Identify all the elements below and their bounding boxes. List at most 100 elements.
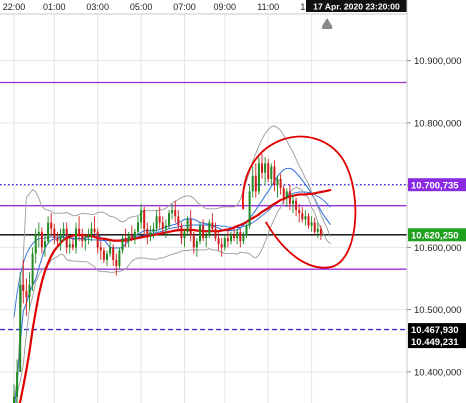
candle-body-85	[276, 178, 279, 186]
candle-body-8	[37, 231, 40, 235]
candle-body-82	[267, 163, 270, 179]
candle-body-37	[127, 234, 130, 242]
candle-body-84	[273, 166, 276, 186]
candle-body-65	[214, 228, 217, 239]
candle-body-36	[124, 238, 127, 242]
candle-body-81	[264, 163, 267, 173]
candle-body-51	[171, 210, 174, 214]
candle-body-52	[174, 210, 177, 217]
candle-body-56	[186, 219, 189, 232]
candle-body-12	[50, 222, 53, 229]
candle-body-22	[81, 234, 84, 242]
candle-body-89	[288, 191, 291, 204]
candle-body-43	[146, 228, 149, 235]
candle-body-70	[230, 234, 232, 242]
x-tick-label-3: 05:00	[130, 2, 153, 12]
candle-body-33	[115, 259, 118, 267]
candle-body-74	[242, 234, 245, 242]
candle-body-63	[208, 222, 211, 235]
y-tick-label-2: 10.600,000	[414, 243, 462, 254]
candle-body-15	[59, 234, 62, 242]
candle-body-97	[313, 222, 316, 232]
candle-body-19	[71, 244, 74, 248]
candle-body-98	[316, 228, 319, 232]
candle-body-55	[183, 231, 186, 239]
candle-body-53	[177, 216, 180, 226]
candle-body-28	[99, 247, 102, 251]
candle-body-54	[180, 225, 183, 239]
price-chart: 22:0001:0003:0005:0007:0009:0011:0013:00…	[0, 0, 466, 403]
candle-body-90	[292, 200, 294, 204]
x-tick-label-1: 01:00	[43, 2, 66, 12]
candle-body-25	[90, 228, 93, 235]
candle-body-92	[298, 210, 301, 214]
candle-body-0	[13, 396, 15, 403]
candle-body-7	[34, 234, 37, 254]
candle-body-26	[93, 228, 96, 232]
candle-body-61	[202, 225, 205, 239]
candle-body-67	[220, 244, 223, 248]
candle-body-11	[47, 222, 50, 242]
candle-body-14	[56, 238, 59, 242]
candle-body-88	[285, 191, 288, 198]
x-tick-label-4: 07:00	[173, 2, 196, 12]
y-tick-label-1: 10.500,000	[414, 305, 462, 316]
candle-body-31	[109, 247, 112, 254]
candle-body-57	[189, 219, 192, 235]
candle-body-96	[310, 222, 313, 226]
candle-body-86	[279, 178, 282, 189]
candle-body-21	[78, 228, 81, 235]
candle-body-91	[295, 200, 298, 211]
candle-body-66	[217, 238, 220, 245]
candle-body-95	[307, 216, 310, 226]
candle-body-1	[16, 371, 19, 397]
candle-body-38	[130, 234, 133, 239]
candle-body-20	[75, 228, 77, 248]
candle-body-94	[304, 216, 307, 220]
candle-body-73	[239, 231, 242, 242]
x-tick-label-2: 03:00	[86, 2, 109, 12]
candle-body-42	[143, 210, 146, 229]
candle-body-64	[211, 222, 214, 229]
candle-body-79	[257, 163, 260, 192]
candle-body-60	[199, 225, 201, 242]
candle-body-59	[195, 241, 198, 248]
y-tick-label-4: 10.800,000	[414, 118, 462, 129]
candle-body-75	[245, 225, 248, 235]
candle-body-76	[248, 191, 251, 226]
candle-body-83	[270, 166, 273, 179]
price-label-3: 10.620,250	[411, 230, 459, 241]
candle-body-40	[137, 222, 139, 232]
candle-body-48	[161, 222, 164, 229]
candle-body-68	[223, 238, 226, 248]
candle-body-16	[62, 228, 65, 235]
candle-body-93	[301, 213, 304, 220]
candle-body-44	[149, 231, 152, 235]
price-label-1: 10.700,735	[411, 180, 459, 191]
cursor-triangle-base	[322, 26, 333, 29]
candle-body-62	[205, 234, 208, 239]
price-label-6: 10.449,231	[411, 337, 459, 348]
candle-body-99	[319, 228, 322, 235]
price-label-5: 10.467,930	[411, 325, 459, 336]
candle-body-17	[65, 228, 68, 248]
candle-body-18	[68, 244, 71, 248]
candle-body-47	[158, 216, 161, 223]
candle-body-69	[226, 238, 229, 242]
candle-body-23	[84, 238, 87, 242]
candle-body-24	[87, 234, 90, 239]
candle-body-87	[282, 188, 285, 198]
candle-body-5	[28, 284, 31, 298]
y-tick-label-5: 10.900,000	[414, 56, 462, 67]
candle-body-45	[152, 228, 155, 232]
candle-body-32	[112, 247, 115, 260]
candle-body-50	[168, 213, 170, 226]
candle-body-9	[40, 231, 43, 248]
candle-body-13	[53, 228, 56, 239]
candle-body-30	[106, 253, 108, 260]
x-tick-label-0: 22:00	[3, 2, 26, 12]
x-tick-label-5: 09:00	[214, 2, 237, 12]
candle-body-6	[31, 253, 34, 285]
candle-body-27	[96, 231, 99, 248]
candle-body-34	[118, 250, 121, 267]
